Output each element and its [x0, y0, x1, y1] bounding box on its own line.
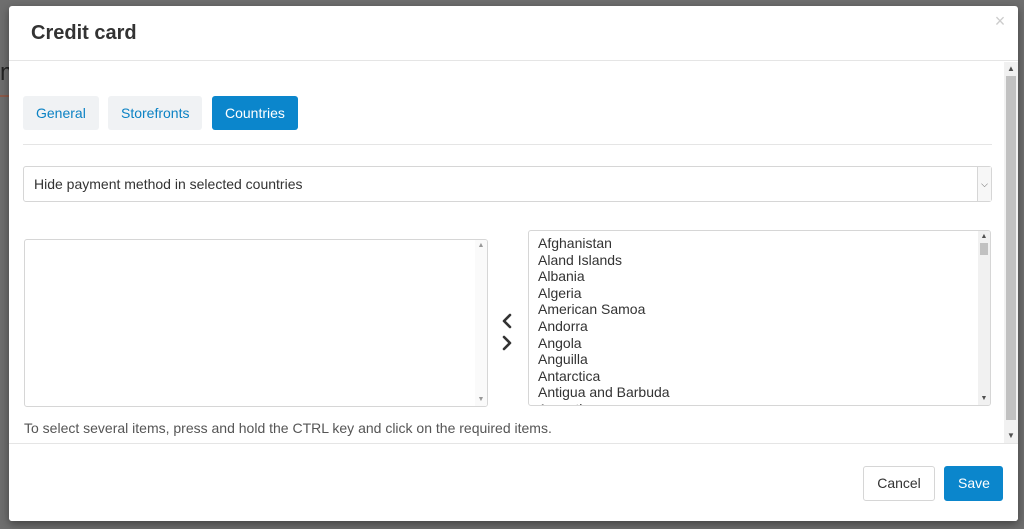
country-option[interactable]: Aland Islands	[538, 252, 670, 269]
save-button[interactable]: Save	[944, 466, 1003, 501]
tab-storefronts[interactable]: Storefronts	[108, 96, 203, 130]
available-list-scrollbar[interactable]: ▲ ▼	[978, 231, 990, 405]
tab-general[interactable]: General	[23, 96, 99, 130]
country-mode-value: Hide payment method in selected countrie…	[34, 176, 303, 192]
cancel-button[interactable]: Cancel	[863, 466, 935, 501]
dialog-footer: Cancel Save	[9, 443, 1018, 521]
country-option[interactable]: Argentina	[538, 401, 670, 405]
selected-countries-list[interactable]: ▲ ▼	[24, 239, 488, 407]
dialog-body: General Storefronts Countries Hide payme…	[9, 62, 1004, 443]
scroll-up-icon[interactable]: ▲	[1004, 62, 1018, 76]
chevron-down-icon: ⌵	[977, 167, 991, 201]
available-countries-options: Afghanistan Aland Islands Albania Algeria Am…	[538, 235, 670, 405]
country-option[interactable]: Angola	[538, 335, 670, 352]
country-option[interactable]: Afghanistan	[538, 235, 670, 252]
country-option[interactable]: Antarctica	[538, 368, 670, 385]
scroll-up-icon[interactable]: ▲	[978, 231, 990, 243]
country-option[interactable]: Algeria	[538, 285, 670, 302]
country-option[interactable]: Andorra	[538, 318, 670, 335]
chevron-right-icon	[502, 335, 512, 351]
dialog-header: Credit card ×	[9, 6, 1018, 61]
scroll-down-icon[interactable]: ▼	[1004, 429, 1018, 443]
dialog-scrollbar-thumb[interactable]	[1006, 76, 1016, 420]
move-right-button[interactable]	[499, 334, 515, 352]
tab-countries[interactable]: Countries	[212, 96, 298, 130]
multi-select-hint: To select several items, press and hold …	[24, 420, 552, 436]
country-option[interactable]: Antigua and Barbuda	[538, 384, 670, 401]
country-option[interactable]: Anguilla	[538, 351, 670, 368]
country-option[interactable]: American Samoa	[538, 301, 670, 318]
scroll-up-icon[interactable]: ▲	[475, 240, 487, 252]
tabs-divider	[23, 144, 992, 145]
scroll-down-icon[interactable]: ▼	[978, 393, 990, 405]
dialog-scrollbar[interactable]: ▲ ▼	[1004, 62, 1018, 443]
scroll-down-icon[interactable]: ▼	[475, 394, 487, 406]
country-mode-select[interactable]: Hide payment method in selected countrie…	[23, 166, 992, 202]
available-countries-list[interactable]: Afghanistan Aland Islands Albania Algeria Am…	[528, 230, 991, 406]
move-left-button[interactable]	[499, 312, 515, 330]
chevron-left-icon	[502, 313, 512, 329]
close-icon[interactable]: ×	[992, 12, 1008, 30]
dialog-title: Credit card	[31, 22, 137, 44]
country-option[interactable]: Albania	[538, 268, 670, 285]
scrollbar-thumb[interactable]	[980, 243, 988, 255]
credit-card-dialog: Credit card × General Storefronts Countr…	[9, 6, 1018, 521]
selected-list-scrollbar[interactable]: ▲ ▼	[475, 240, 487, 406]
